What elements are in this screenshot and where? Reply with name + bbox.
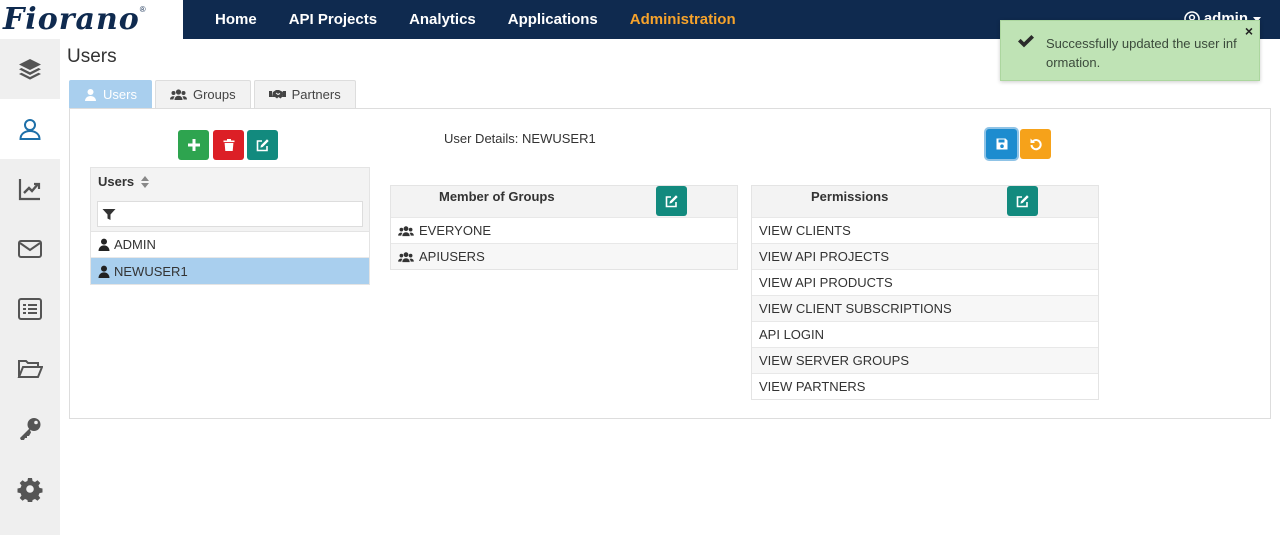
gear-icon xyxy=(17,478,43,502)
key-icon xyxy=(20,418,41,440)
permission-row: VIEW API PROJECTS xyxy=(752,243,1098,269)
users-filter-row xyxy=(91,195,369,232)
permission-row: VIEW CLIENT SUBSCRIPTIONS xyxy=(752,295,1098,321)
sidebar-item-list[interactable] xyxy=(0,279,60,339)
user-icon xyxy=(98,265,110,278)
reset-button[interactable] xyxy=(1020,129,1051,159)
sidebar-item-layers[interactable] xyxy=(0,39,60,99)
edit-permissions-button[interactable] xyxy=(1007,186,1038,216)
logo-text: Fiorano xyxy=(3,2,140,37)
edit-user-button[interactable] xyxy=(247,130,278,160)
edit-groups-button[interactable] xyxy=(656,186,687,216)
permissions-box-header: Permissions xyxy=(752,186,1098,217)
logo-registered-mark: ® xyxy=(139,5,146,14)
user-icon xyxy=(85,89,96,101)
edit-icon xyxy=(1016,195,1029,208)
tab-groups-label: Groups xyxy=(192,87,236,102)
edit-icon xyxy=(665,195,678,208)
groups-box-header: Member of Groups xyxy=(391,186,737,217)
permission-label: VIEW CLIENTS xyxy=(759,223,851,238)
sidebar-item-keys[interactable] xyxy=(0,399,60,459)
group-row: APIUSERS xyxy=(391,243,737,269)
add-user-button[interactable] xyxy=(178,130,209,160)
users-icon xyxy=(398,225,414,236)
check-icon xyxy=(1018,35,1034,48)
user-icon xyxy=(19,119,41,140)
group-label: EVERYONE xyxy=(419,223,492,238)
users-filter-input[interactable] xyxy=(97,201,363,227)
floppy-icon xyxy=(996,138,1007,150)
layers-icon xyxy=(19,59,41,80)
nav-analytics[interactable]: Analytics xyxy=(393,11,492,28)
tab-users[interactable]: Users xyxy=(69,80,152,108)
users-column-header: Users xyxy=(98,174,135,189)
page-title: Users xyxy=(67,46,117,67)
toast-message: Successfully updated the user informatio… xyxy=(1046,36,1237,70)
permission-label: VIEW SERVER GROUPS xyxy=(759,353,910,368)
sort-icon xyxy=(141,175,150,188)
permission-row: API LOGIN xyxy=(752,321,1098,347)
user-icon xyxy=(98,238,110,251)
sidebar-item-files[interactable] xyxy=(0,339,60,399)
sidebar-item-messages[interactable] xyxy=(0,219,60,279)
save-button[interactable] xyxy=(986,129,1017,159)
member-of-groups-box: Member of Groups EVERYONE APIUSERS xyxy=(390,185,738,270)
permission-row: VIEW CLIENTS xyxy=(752,217,1098,243)
nav-api-projects[interactable]: API Projects xyxy=(273,11,393,28)
permissions-box-title: Permissions xyxy=(811,189,889,204)
tab-partners-label: Partners xyxy=(291,87,341,102)
envelope-icon xyxy=(18,240,42,258)
tab-users-label: Users xyxy=(103,87,137,102)
main-nav: Home API Projects Analytics Applications… xyxy=(199,0,752,39)
permission-label: VIEW PARTNERS xyxy=(759,379,866,394)
group-label: APIUSERS xyxy=(419,249,485,264)
folder-open-icon xyxy=(17,360,43,378)
permission-label: API LOGIN xyxy=(759,327,825,342)
list-item[interactable]: NEWUSER1 xyxy=(91,258,369,284)
fiorano-logo[interactable]: Fiorano ® xyxy=(0,0,183,39)
list-icon xyxy=(18,298,42,320)
permission-row: VIEW API PRODUCTS xyxy=(752,269,1098,295)
chart-line-icon xyxy=(18,179,41,201)
permission-label: VIEW API PROJECTS xyxy=(759,249,890,264)
list-item-label: NEWUSER1 xyxy=(114,263,188,279)
sidebar-item-users[interactable] xyxy=(0,99,60,159)
users-list-header[interactable]: Users xyxy=(91,168,369,195)
trash-icon xyxy=(223,139,234,151)
permission-row: VIEW PARTNERS xyxy=(752,373,1098,399)
edit-icon xyxy=(256,139,269,152)
filter-icon xyxy=(102,208,116,220)
sidebar-item-analytics[interactable] xyxy=(0,159,60,219)
groups-box-title: Member of Groups xyxy=(439,189,555,204)
delete-user-button[interactable] xyxy=(213,130,244,160)
tab-bar: Users Groups Partners xyxy=(69,80,356,108)
permission-label: VIEW API PRODUCTS xyxy=(759,275,893,290)
sidebar-item-settings[interactable] xyxy=(0,459,60,519)
nav-administration[interactable]: Administration xyxy=(614,11,752,28)
permission-label: VIEW CLIENT SUBSCRIPTIONS xyxy=(759,301,952,316)
users-list: Users ADMIN NEWUSER1 xyxy=(90,167,370,285)
plus-icon xyxy=(187,139,200,151)
users-icon xyxy=(169,89,187,100)
users-icon xyxy=(398,251,414,262)
user-details-title: User Details: NEWUSER1 xyxy=(444,131,596,146)
group-row: EVERYONE xyxy=(391,217,737,243)
close-icon[interactable]: × xyxy=(1245,23,1253,39)
nav-applications[interactable]: Applications xyxy=(492,11,614,28)
permission-row: VIEW SERVER GROUPS xyxy=(752,347,1098,373)
tab-groups[interactable]: Groups xyxy=(154,80,251,108)
success-toast: Successfully updated the user informatio… xyxy=(1000,20,1260,81)
sidebar xyxy=(0,39,60,535)
permissions-box: Permissions VIEW CLIENTS VIEW API PROJEC… xyxy=(751,185,1099,400)
handshake-icon xyxy=(268,89,286,98)
list-item-label: ADMIN xyxy=(114,237,156,252)
undo-icon xyxy=(1030,138,1042,151)
list-item[interactable]: ADMIN xyxy=(91,232,369,258)
nav-home[interactable]: Home xyxy=(199,11,273,28)
tab-partners[interactable]: Partners xyxy=(253,80,356,108)
